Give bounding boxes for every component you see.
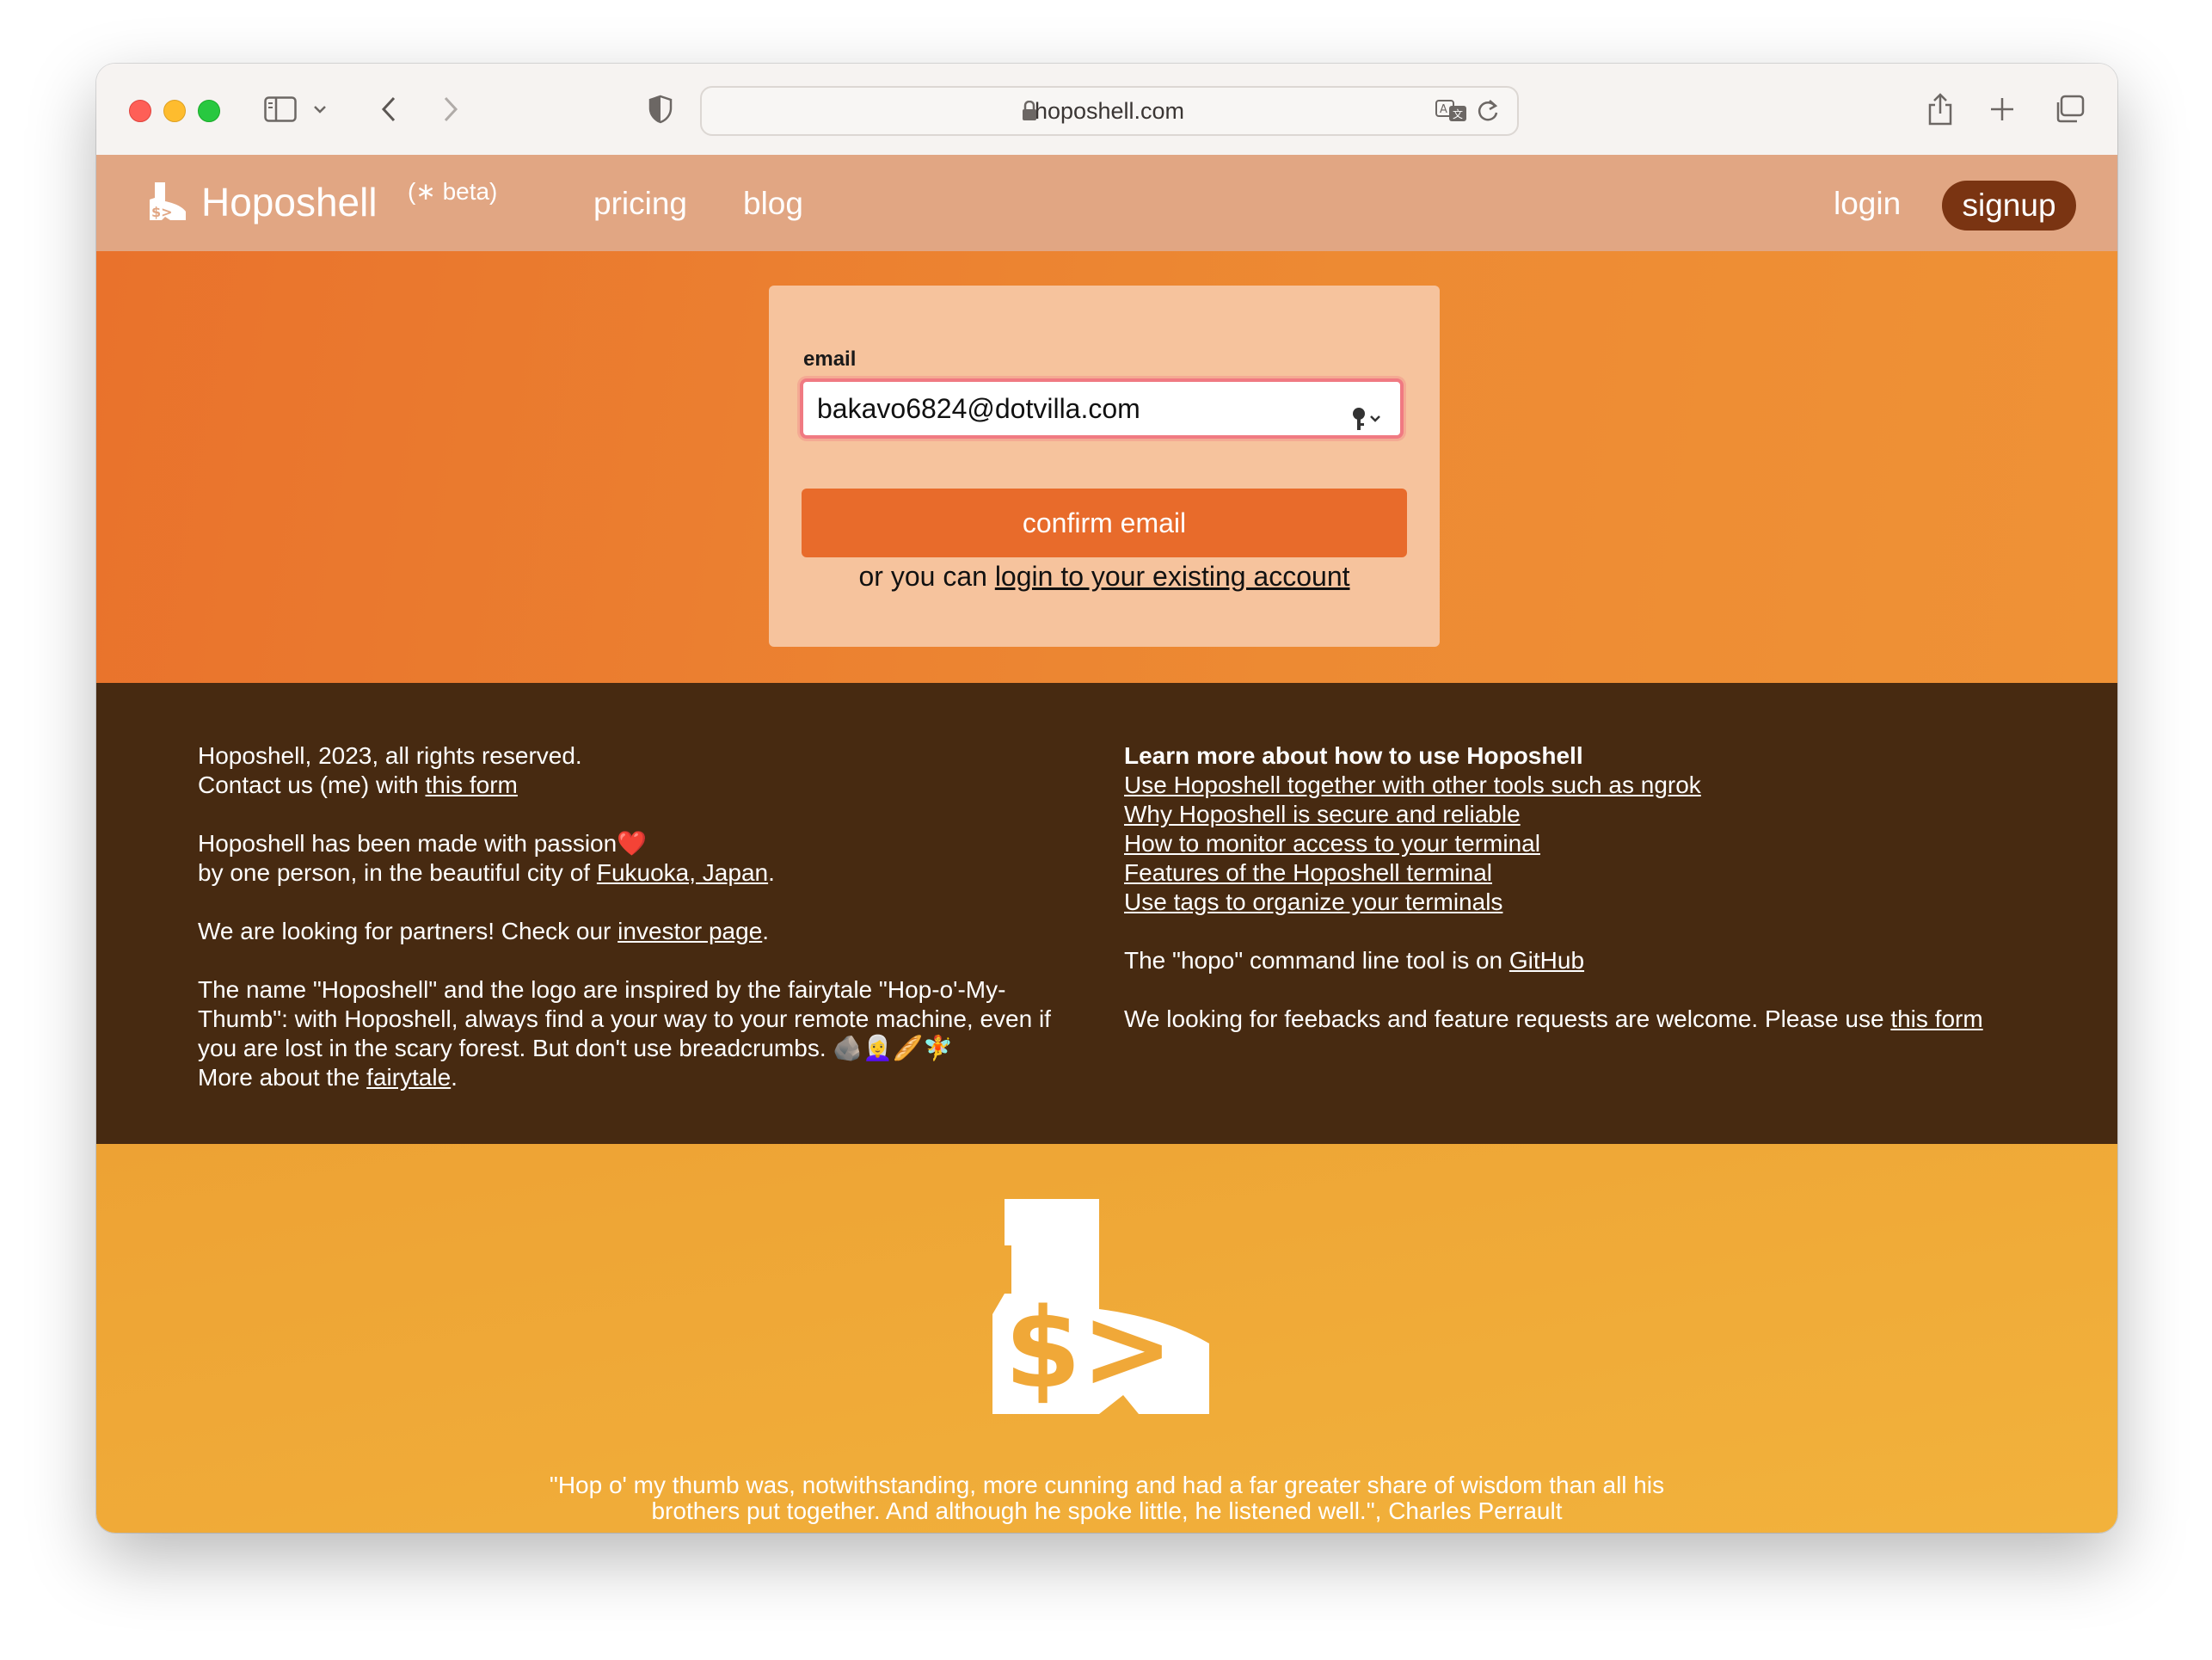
lock-icon <box>1022 100 1037 126</box>
zoom-window-button[interactable] <box>198 100 220 122</box>
partners-text: We are looking for partners! Check our <box>198 918 618 944</box>
address-bar[interactable]: hoposhell.com A文 <box>700 86 1519 136</box>
nav-link-blog[interactable]: blog <box>743 186 803 222</box>
contact-text: Contact us (me) with <box>198 772 426 798</box>
cli-text: The "hopo" command line tool is on <box>1124 947 1509 974</box>
brand-name: Hoposhell <box>201 180 378 224</box>
brand-link[interactable]: $> Hoposhell <box>146 179 378 225</box>
city-text: by one person, in the beautiful city of <box>198 859 597 886</box>
fukuoka-link[interactable]: Fukuoka, Japan <box>597 859 768 886</box>
reload-icon[interactable] <box>1471 88 1505 134</box>
passion-text: Hoposhell has been made with passion <box>198 830 618 857</box>
forward-arrow-icon[interactable] <box>433 86 468 132</box>
privacy-shield-icon[interactable] <box>643 86 678 132</box>
footer-left-column: Hoposhell, 2023, all rights reserved. Co… <box>198 741 1084 1122</box>
new-tab-plus-icon[interactable] <box>1985 86 2019 132</box>
boot-logo-icon: $> <box>150 182 186 220</box>
share-icon[interactable] <box>1923 86 1957 132</box>
browser-window: hoposhell.com A文 $> Hoposhell (∗ beta) p… <box>96 64 2117 1533</box>
login-alternative-text: or you can <box>858 561 995 592</box>
chevron-down-icon[interactable] <box>310 86 330 132</box>
signup-form-card: email bakavo6824@dotvilla.com confirm em… <box>769 286 1440 647</box>
heart-icon: ❤️ <box>617 830 648 857</box>
feedback-form-link[interactable]: this form <box>1890 1005 1982 1032</box>
boot-logo-large-icon: $> <box>992 1199 1209 1414</box>
guide-link-secure[interactable]: Why Hoposhell is secure and reliable <box>1124 801 1521 827</box>
guide-link-features[interactable]: Features of the Hoposhell terminal <box>1124 859 1492 886</box>
svg-text:$>: $> <box>1005 1285 1173 1413</box>
back-arrow-icon[interactable] <box>372 86 406 132</box>
fairytale-suffix: . <box>451 1064 458 1091</box>
login-alternative: or you can login to your existing accoun… <box>769 561 1440 593</box>
hero-section: email bakavo6824@dotvilla.com confirm em… <box>96 251 2117 683</box>
svg-text:A: A <box>1440 103 1447 116</box>
web-page: $> Hoposhell (∗ beta) pricing blog login… <box>96 155 2117 1533</box>
email-input[interactable]: bakavo6824@dotvilla.com <box>800 378 1404 439</box>
beta-badge: (∗ beta) <box>408 178 498 205</box>
city-suffix: . <box>768 859 775 886</box>
address-bar-url: hoposhell.com <box>1034 98 1185 124</box>
password-key-icon[interactable] <box>1350 396 1383 449</box>
nav-link-login[interactable]: login <box>1834 186 1901 222</box>
email-input-value: bakavo6824@dotvilla.com <box>817 393 1140 424</box>
nav-link-pricing[interactable]: pricing <box>593 186 687 222</box>
perrault-quote: "Hop o' my thumb was, notwithstanding, m… <box>96 1472 2117 1524</box>
fairytale-text: More about the <box>198 1064 367 1091</box>
close-window-button[interactable] <box>129 100 151 122</box>
quote-line-2: brothers put together. And although he s… <box>651 1497 1563 1524</box>
guide-link-monitor[interactable]: How to monitor access to your terminal <box>1124 830 1540 857</box>
quote-line-1: "Hop o' my thumb was, notwithstanding, m… <box>549 1472 1665 1498</box>
login-existing-account-link[interactable]: login to your existing account <box>995 561 1350 592</box>
github-link[interactable]: GitHub <box>1509 947 1584 974</box>
partners-suffix: . <box>762 918 770 944</box>
sidebar-toggle-icon[interactable] <box>261 86 299 132</box>
guide-link-tags[interactable]: Use tags to organize your terminals <box>1124 888 1502 915</box>
feedback-text: We looking for feebacks and feature requ… <box>1124 1005 1891 1032</box>
site-footer: Hoposhell, 2023, all rights reserved. Co… <box>96 683 2117 1144</box>
footer-right-column: Learn more about how to use Hoposhell Us… <box>1124 741 2070 1063</box>
guide-link-ngrok[interactable]: Use Hoposhell together with other tools … <box>1124 772 1701 798</box>
investor-page-link[interactable]: investor page <box>618 918 762 944</box>
browser-toolbar: hoposhell.com A文 <box>96 64 2117 156</box>
minimize-window-button[interactable] <box>163 100 186 122</box>
copyright-text: Hoposhell, 2023, all rights reserved. <box>198 742 582 769</box>
learn-more-title: Learn more about how to use Hoposhell <box>1124 742 1583 769</box>
contact-form-link[interactable]: this form <box>426 772 518 798</box>
email-label: email <box>803 347 857 371</box>
fairytale-link[interactable]: fairytale <box>366 1064 451 1091</box>
confirm-email-button[interactable]: confirm email <box>802 489 1407 557</box>
tab-overview-icon[interactable] <box>2050 86 2088 132</box>
svg-text:文: 文 <box>1453 108 1463 120</box>
translate-icon[interactable]: A文 <box>1435 88 1469 134</box>
svg-text:$>: $> <box>151 204 173 220</box>
logo-section: $> "Hop o' my thumb was, notwithstanding… <box>96 1144 2117 1533</box>
site-header: $> Hoposhell (∗ beta) pricing blog login… <box>96 155 2117 251</box>
fairytale-emojis: 🪨👩‍🦳🥖🧚 <box>833 1035 953 1061</box>
signup-button[interactable]: signup <box>1942 181 2076 231</box>
